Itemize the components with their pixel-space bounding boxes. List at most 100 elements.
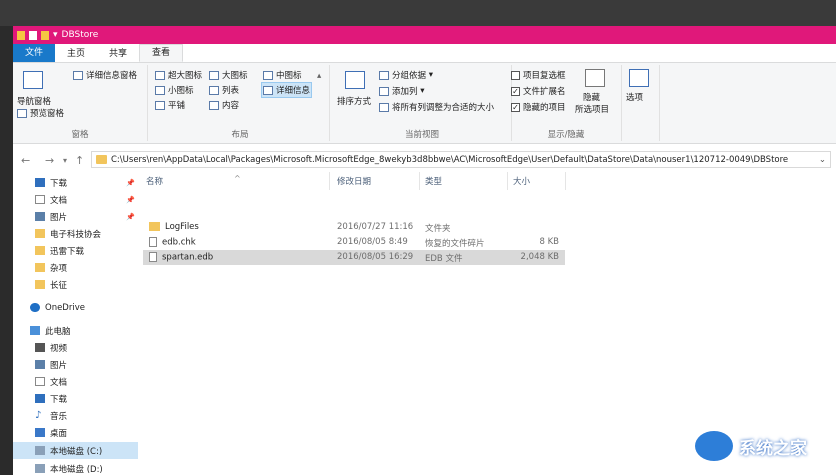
download-icon (35, 178, 45, 187)
column-header-type[interactable]: 类型 (425, 172, 505, 190)
folder-icon (17, 30, 25, 40)
title-bar: ▾ DBStore (13, 26, 836, 44)
nav-item-folder-1[interactable]: 电子科技协会 (13, 225, 140, 242)
sort-button[interactable]: 排序方式 (337, 95, 371, 107)
document-icon (35, 377, 45, 386)
file-date-cell: 2016/08/05 16:29 (337, 252, 414, 262)
nav-item-pc-downloads[interactable]: 下载 (13, 390, 140, 407)
nav-item-pc-pictures[interactable]: 图片 (13, 356, 140, 373)
new-folder-icon[interactable] (41, 30, 49, 40)
nav-item-desktop[interactable]: 桌面 (13, 424, 140, 441)
folder-icon (35, 246, 45, 255)
file-icon (149, 252, 157, 262)
pin-icon: 📌 (126, 178, 135, 187)
tab-home[interactable]: 主页 (55, 46, 97, 62)
up-arrow-icon[interactable]: ↑ (75, 154, 84, 167)
nav-item-folder-3[interactable]: 杂项 (13, 259, 140, 276)
column-header-size[interactable]: 大小 (513, 172, 563, 190)
nav-item-this-pc[interactable]: 此电脑 (13, 322, 135, 339)
hide-icon[interactable] (585, 69, 608, 87)
group-label-panes: 窗格 (71, 130, 89, 140)
nav-item-folder-2[interactable]: 迅雷下载 (13, 242, 140, 259)
picture-icon (35, 212, 45, 221)
computer-icon (30, 326, 40, 335)
folder-icon (96, 155, 107, 164)
nav-pane-icon[interactable] (23, 71, 46, 89)
layout-tiles[interactable]: 平铺 (155, 99, 185, 111)
layout-details[interactable]: 详细信息 (261, 82, 313, 98)
group-by-button[interactable]: 分组依据 ▾ (379, 69, 433, 81)
sort-icon[interactable] (345, 71, 368, 89)
nav-item-folder-4[interactable]: 长征 (13, 276, 140, 293)
quick-access-dropdown-icon[interactable]: ▾ (53, 30, 58, 40)
nav-item-music[interactable]: ♪ 音乐 (13, 407, 140, 424)
address-bar: ← → ▾ ↑ C:\Users\ren\AppData\Local\Packa… (13, 149, 836, 173)
file-date-cell: 2016/08/05 8:49 (337, 237, 408, 247)
group-current-view: 排序方式 分组依据 ▾ 添加列 ▾ 将所有列调整为合适的大小 当前视图 (333, 65, 512, 141)
group-label-show-hide: 显示/隐藏 (547, 130, 585, 140)
nav-item-downloads[interactable]: 下载 📌 (13, 174, 140, 191)
file-name-cell: LogFiles (149, 222, 199, 232)
hide-button-label[interactable]: 隐藏 (583, 91, 600, 103)
file-type-cell: EDB 文件 (425, 254, 463, 264)
hidden-items-toggle[interactable]: ✓ 隐藏的项目 (511, 101, 566, 113)
folder-icon (149, 222, 160, 231)
options-button[interactable]: 选项 (626, 91, 643, 103)
address-input[interactable]: C:\Users\ren\AppData\Local\Packages\Micr… (91, 151, 831, 168)
picture-icon (35, 360, 45, 369)
back-arrow-icon[interactable]: ← (21, 154, 30, 167)
nav-item-documents[interactable]: 文档 📌 (13, 191, 140, 208)
address-dropdown-icon[interactable]: ⌄ (819, 155, 826, 165)
file-size-cell: 8 KB (539, 237, 559, 247)
pin-icon: 📌 (126, 195, 135, 204)
tab-file[interactable]: 文件 (13, 44, 56, 62)
file-name-cell: edb.chk (149, 237, 196, 248)
table-row[interactable]: spartan.edb 2016/08/05 16:29 EDB 文件 2,04… (143, 250, 565, 265)
ribbon-tabs: 文件 主页 共享 查看 (13, 44, 836, 63)
folder-icon (35, 280, 45, 289)
music-icon: ♪ (35, 410, 42, 421)
item-checkbox-toggle[interactable]: 项目复选框 (511, 69, 566, 81)
table-row[interactable]: LogFiles 2016/07/27 11:16 文件夹 (143, 220, 565, 235)
video-icon (35, 343, 45, 352)
properties-icon[interactable] (29, 30, 37, 40)
address-path: C:\Users\ren\AppData\Local\Packages\Micr… (111, 154, 789, 165)
group-layout: 超大图标 大图标 中图标 小图标 列表 详细信息 平铺 内容 ▴ 布局 (151, 65, 330, 141)
group-show-hide: 项目复选框 ✓ 文件扩展名 ✓ 隐藏的项目 隐藏 所选项目 显示/隐藏 (511, 65, 622, 141)
nav-item-pictures[interactable]: 图片 📌 (13, 208, 140, 225)
file-name-cell: spartan.edb (149, 252, 213, 263)
nav-item-drive-c[interactable]: 本地磁盘 (C:) (13, 442, 140, 459)
folder-icon (35, 263, 45, 272)
nav-item-onedrive[interactable]: OneDrive (13, 299, 135, 316)
file-icon (149, 237, 157, 247)
layout-list[interactable]: 列表 (209, 84, 239, 96)
drive-icon (35, 464, 45, 473)
options-icon[interactable] (629, 69, 652, 87)
nav-item-pc-documents[interactable]: 文档 (13, 373, 140, 390)
layout-large-icons[interactable]: 大图标 (209, 69, 248, 81)
layout-medium-icons[interactable]: 中图标 (263, 69, 302, 81)
layout-content[interactable]: 内容 (209, 99, 239, 111)
forward-arrow-icon[interactable]: → (45, 154, 54, 167)
extensions-toggle[interactable]: ✓ 文件扩展名 (511, 85, 566, 97)
column-header-date[interactable]: 修改日期 (337, 172, 417, 190)
add-column-button[interactable]: 添加列 ▾ (379, 85, 424, 97)
tab-share[interactable]: 共享 (97, 46, 139, 62)
selected-items-label[interactable]: 所选项目 (575, 103, 609, 115)
drive-icon (35, 446, 45, 455)
nav-item-videos[interactable]: 视频 (13, 339, 140, 356)
nav-pane-button[interactable]: 导航窗格 (17, 95, 51, 107)
layout-small-icons[interactable]: 小图标 (155, 84, 194, 96)
recent-dropdown-icon[interactable]: ▾ (63, 156, 67, 165)
layout-xlarge-icons[interactable]: 超大图标 (155, 69, 202, 81)
fit-columns-button[interactable]: 将所有列调整为合适的大小 (379, 101, 494, 113)
file-date-cell: 2016/07/27 11:16 (337, 222, 414, 232)
file-type-cell: 文件夹 (425, 224, 451, 234)
layout-scroll-icon[interactable]: ▴ (317, 71, 321, 81)
details-pane-button[interactable]: 详细信息窗格 (73, 69, 137, 81)
desktop-icon (35, 428, 45, 437)
table-row[interactable]: edb.chk 2016/08/05 8:49 恢复的文件碎片 8 KB (143, 235, 565, 250)
nav-item-drive-d[interactable]: 本地磁盘 (D:) (13, 460, 140, 475)
tab-view[interactable]: 查看 (139, 44, 184, 62)
preview-pane-button[interactable]: 预览窗格 (17, 107, 64, 119)
